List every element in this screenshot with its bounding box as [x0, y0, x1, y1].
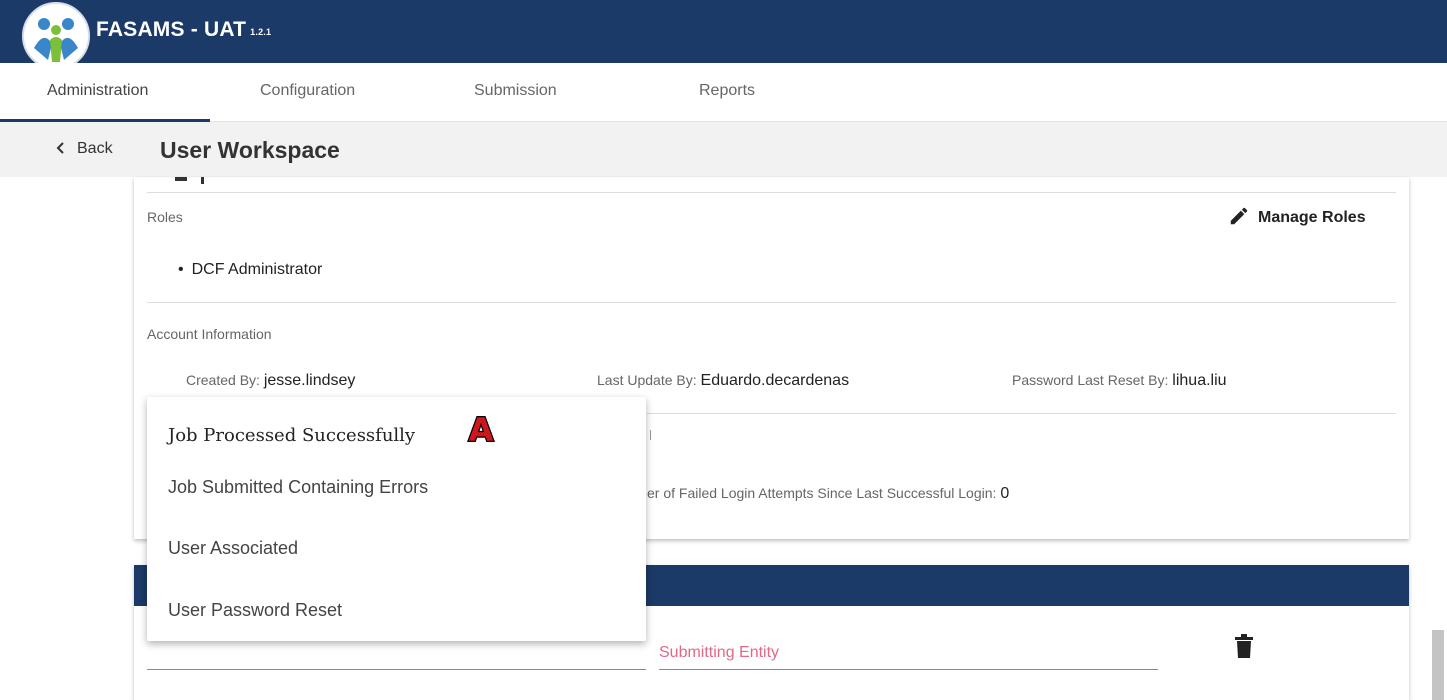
roles-label: Roles: [147, 209, 183, 225]
failed-login-label: er of Failed Login Attempts Since Last S…: [647, 485, 997, 501]
delete-button[interactable]: [1235, 634, 1253, 663]
menu-item-user-associated[interactable]: User Associated: [168, 538, 298, 559]
trash-icon: [1235, 634, 1253, 658]
app-version: 1.2.1: [250, 27, 272, 37]
annotation-marker-label: A: [469, 413, 494, 445]
annotation-marker-a: A: [467, 413, 495, 445]
last-update-by: Last Update By: Eduardo.decardenas: [597, 372, 849, 390]
divider: [147, 192, 1396, 193]
fasams-logo: [22, 2, 90, 70]
manage-roles-label: Manage Roles: [1258, 209, 1366, 226]
clipped-text-fragment: [646, 430, 651, 440]
submitting-entity-underline: [659, 669, 1158, 670]
password-reset-label: Password Last Reset By:: [1012, 372, 1169, 388]
divider: [147, 302, 1396, 303]
menu-item-job-processed[interactable]: Job Processed Successfully: [168, 425, 415, 446]
created-by: Created By: jesse.lindsey: [186, 372, 355, 390]
failed-login-value: 0: [1000, 485, 1010, 502]
app-title: FASAMS - UAT 1.2.1: [96, 18, 271, 42]
chevron-left-icon: [56, 142, 64, 154]
role-item-label: DCF Administrator: [191, 261, 323, 278]
pencil-icon: [1230, 207, 1248, 225]
password-reset-by: Password Last Reset By: lihua.liu: [1012, 372, 1227, 390]
password-reset-value: lihua.liu: [1172, 372, 1227, 389]
divider: [647, 413, 1396, 414]
failed-login-attempts: er of Failed Login Attempts Since Last S…: [647, 485, 1009, 503]
created-by-value: jesse.lindsey: [263, 372, 356, 389]
tab-submission[interactable]: Submission: [474, 82, 557, 100]
scrollbar-thumb[interactable]: [1432, 630, 1444, 700]
notification-dropdown-menu: Job Processed Successfully Job Submitted…: [147, 397, 646, 641]
last-update-value: Eduardo.decardenas: [700, 372, 850, 389]
notification-type-field-underline: [147, 669, 646, 670]
account-info-label: Account Information: [147, 326, 272, 342]
created-by-label: Created By:: [186, 372, 260, 388]
tab-configuration[interactable]: Configuration: [260, 82, 355, 100]
app-title-text: FASAMS - UAT: [96, 18, 247, 41]
manage-roles-button[interactable]: Manage Roles: [1228, 205, 1366, 227]
tab-administration[interactable]: Administration: [47, 82, 148, 100]
role-item: • DCF Administrator: [178, 261, 323, 278]
clipped-text-fragment: [175, 177, 187, 181]
menu-item-job-submitted-errors[interactable]: Job Submitted Containing Errors: [168, 477, 428, 498]
back-button[interactable]: Back: [55, 140, 113, 158]
menu-item-user-password-reset[interactable]: User Password Reset: [168, 600, 342, 621]
submitting-entity-field[interactable]: Submitting Entity: [659, 644, 779, 662]
back-label: Back: [77, 140, 113, 157]
last-update-label: Last Update By:: [597, 372, 697, 388]
clipped-text-fragment: [201, 177, 204, 184]
page-title: User Workspace: [160, 137, 340, 163]
tab-reports[interactable]: Reports: [699, 82, 755, 100]
